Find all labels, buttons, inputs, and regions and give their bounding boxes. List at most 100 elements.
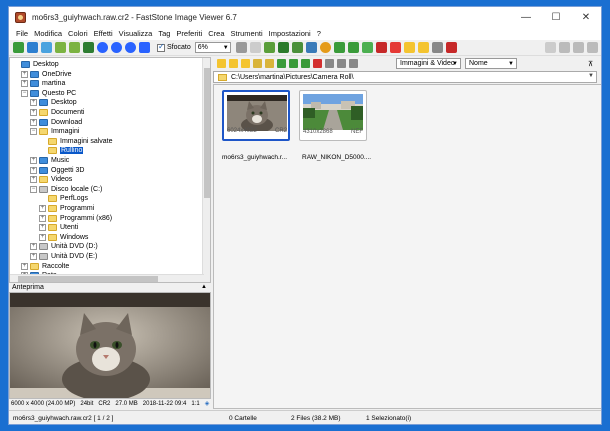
- expand-toggle-icon[interactable]: +: [30, 99, 37, 107]
- expand-toggle-icon[interactable]: +: [30, 253, 37, 260]
- menu-visualizza[interactable]: Visualizza: [116, 29, 156, 38]
- crop-icon[interactable]: [291, 42, 303, 53]
- prev-folder-icon[interactable]: [55, 42, 66, 53]
- thumbnail-card[interactable]: 4310x2868 NEF: [299, 90, 367, 141]
- blur-checkbox[interactable]: [157, 42, 165, 52]
- tree-item[interactable]: Desktop: [12, 60, 59, 69]
- zoom-select[interactable]: 6% ▼: [194, 42, 231, 53]
- draw-icon[interactable]: [389, 42, 401, 53]
- thumbnail-name[interactable]: RAW_NIKON_D5000....: [302, 154, 371, 161]
- red-eye-icon[interactable]: [375, 42, 387, 53]
- tree-item[interactable]: + Utenti: [39, 223, 78, 232]
- sort-select[interactable]: Nome ▼: [465, 58, 517, 69]
- expand-toggle-icon[interactable]: +: [30, 243, 37, 251]
- tree-item[interactable]: PerfLogs: [39, 194, 88, 203]
- expand-toggle-icon[interactable]: +: [39, 224, 46, 232]
- tree-item[interactable]: + Download: [30, 118, 82, 127]
- fit-window-icon[interactable]: [139, 42, 150, 53]
- rotate-left-icon[interactable]: [333, 42, 345, 53]
- compare-icon[interactable]: [277, 42, 289, 53]
- tree-item[interactable]: − Immagini: [30, 127, 79, 136]
- folder-tree[interactable]: Desktop + OneDrive + martina − Questo PC + Deskt…: [9, 57, 211, 283]
- actual-size-icon[interactable]: [125, 42, 136, 53]
- up-folder-icon[interactable]: [241, 59, 250, 68]
- menu-tag[interactable]: Tag: [155, 29, 173, 38]
- back-icon[interactable]: [217, 59, 226, 68]
- zoom-in-icon[interactable]: [97, 42, 108, 53]
- menu-crea[interactable]: Crea: [205, 29, 227, 38]
- acquire-icon[interactable]: [41, 42, 52, 53]
- copy-to-icon[interactable]: [289, 59, 298, 68]
- refresh-icon[interactable]: [277, 59, 286, 68]
- expand-toggle-icon[interactable]: +: [30, 176, 37, 184]
- menu-modifica[interactable]: Modifica: [31, 29, 65, 38]
- expand-toggle-icon[interactable]: +: [21, 80, 28, 88]
- slideshow-icon[interactable]: [263, 42, 275, 53]
- thumbnail-name[interactable]: mo6rs3_guiyhwach.r...: [222, 154, 287, 161]
- expand-toggle-icon[interactable]: +: [21, 70, 28, 78]
- expand-toggle-icon[interactable]: −: [21, 89, 28, 97]
- tree-item[interactable]: + Unità DVD (D:): [30, 242, 98, 251]
- tree-item[interactable]: + OneDrive: [21, 70, 72, 79]
- tree-item[interactable]: − Questo PC: [21, 89, 76, 98]
- open-icon[interactable]: [13, 42, 24, 53]
- view-mode-icon[interactable]: [337, 59, 346, 68]
- expand-toggle-icon[interactable]: +: [21, 262, 28, 270]
- copy-icon[interactable]: [83, 42, 94, 53]
- title-bar[interactable]: mo6rs3_guiyhwach.raw.cr2 - FastStone Ima…: [9, 7, 601, 27]
- menu-colori[interactable]: Colori: [65, 29, 91, 38]
- menu-file[interactable]: File: [13, 29, 31, 38]
- minimize-button[interactable]: —: [511, 7, 541, 27]
- tree-item[interactable]: + Programmi (x86): [39, 214, 112, 223]
- expand-toggle-icon[interactable]: +: [39, 214, 46, 222]
- hand-icon[interactable]: [235, 42, 247, 53]
- layout-3-icon[interactable]: [573, 42, 584, 53]
- zoom-out-icon[interactable]: [111, 42, 122, 53]
- layout-4-icon[interactable]: [587, 42, 598, 53]
- layout-1-icon[interactable]: [545, 42, 556, 53]
- expand-toggle-icon[interactable]: +: [39, 205, 46, 212]
- tree-item[interactable]: + Desktop: [30, 98, 77, 107]
- tree-item[interactable]: + Windows: [39, 233, 88, 242]
- tree-item[interactable]: Immagini salvate: [39, 137, 113, 146]
- menu-help[interactable]: ?: [314, 29, 324, 38]
- tree-item[interactable]: − Disco locale (C:): [30, 185, 102, 194]
- maximize-button[interactable]: ☐: [541, 7, 571, 27]
- path-bar[interactable]: C:\Users\martina\Pictures\Camera Roll\ ▼: [213, 71, 597, 83]
- expand-toggle-icon[interactable]: −: [30, 128, 37, 136]
- tree-item[interactable]: + Music: [30, 156, 69, 165]
- tree-horizontal-scrollbar[interactable]: [10, 274, 204, 282]
- settings-icon[interactable]: [319, 42, 331, 53]
- menu-preferiti[interactable]: Preferiti: [173, 29, 205, 38]
- scroll-thumb[interactable]: [18, 276, 158, 282]
- email-icon[interactable]: [403, 42, 415, 53]
- thumbnail-size-icon[interactable]: [325, 59, 334, 68]
- thumbnail-card[interactable]: 6024x4022 CR2: [222, 90, 290, 141]
- move-to-icon[interactable]: [301, 59, 310, 68]
- tree-item[interactable]: + Raccolte: [21, 262, 69, 271]
- wallpaper-icon[interactable]: [417, 42, 429, 53]
- delete-icon[interactable]: [313, 59, 322, 68]
- compass-icon[interactable]: ◈: [205, 400, 210, 409]
- tree-item[interactable]: + Programmi: [39, 204, 94, 213]
- details-icon[interactable]: [349, 59, 358, 68]
- forward-icon[interactable]: [229, 59, 238, 68]
- scroll-thumb[interactable]: [204, 68, 210, 198]
- expand-toggle-icon[interactable]: +: [30, 166, 37, 174]
- print-icon[interactable]: [431, 42, 443, 53]
- menu-impostazioni[interactable]: Impostazioni: [266, 29, 314, 38]
- tree-item[interactable]: Rullino: [39, 146, 84, 155]
- next-folder-icon[interactable]: [69, 42, 80, 53]
- tree-item[interactable]: + martina: [21, 79, 65, 88]
- exit-icon[interactable]: [445, 42, 457, 53]
- expand-toggle-icon[interactable]: +: [30, 109, 37, 116]
- collapse-icon[interactable]: ▲: [201, 283, 207, 292]
- rotate-right-icon[interactable]: [347, 42, 359, 53]
- resize-icon[interactable]: [305, 42, 317, 53]
- tree-item[interactable]: + Unità DVD (E:): [30, 252, 97, 261]
- layout-2-icon[interactable]: [559, 42, 570, 53]
- tree-vertical-scrollbar[interactable]: [202, 58, 210, 282]
- file-type-filter[interactable]: Immagini & Video ▼: [396, 58, 461, 69]
- thumbnail-grid[interactable]: 6024x4022 CR2 mo6rs3_guiyhwach.r... 4310…: [213, 84, 601, 409]
- flip-icon[interactable]: [361, 42, 373, 53]
